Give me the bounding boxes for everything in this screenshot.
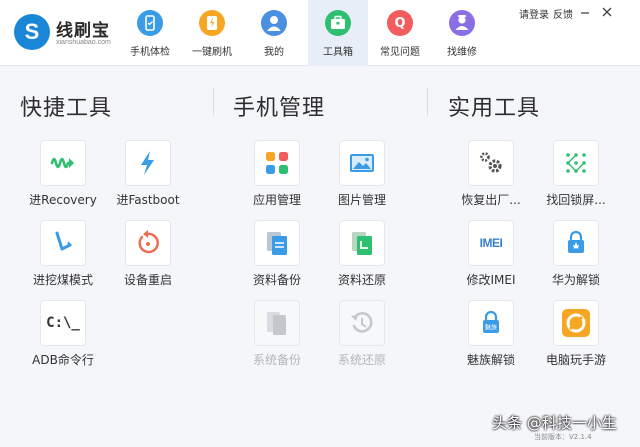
- tool-enter-recovery[interactable]: 进Recovery: [19, 140, 107, 212]
- repair-icon: [449, 10, 475, 36]
- tool-data-restore[interactable]: 资料还原: [318, 220, 406, 292]
- user-icon: [261, 10, 287, 36]
- tab-faq[interactable]: Q 常见问题: [370, 0, 430, 66]
- imei-icon: IMEI: [468, 220, 514, 266]
- tab-label: 我的: [264, 47, 284, 58]
- phone-check-icon: [137, 10, 163, 36]
- meizu-unlock-icon: 魅族: [468, 300, 514, 346]
- tool-label: ADB命令行: [32, 353, 94, 367]
- watermark: 头条 @科技一小生: [492, 414, 617, 432]
- tab-label: 手机体检: [130, 47, 170, 58]
- image-manage-icon: [339, 140, 385, 186]
- version-label: 当前版本：V2.1.4: [534, 433, 592, 441]
- flash-icon: [199, 10, 225, 36]
- tab-label: 一键刷机: [192, 47, 232, 58]
- logo-icon: S: [14, 14, 50, 50]
- tab-one-key-flash[interactable]: 一键刷机: [182, 0, 242, 66]
- tab-find-repair[interactable]: 找维修: [432, 0, 492, 66]
- tool-label: 资料还原: [337, 273, 386, 287]
- tab-label: 找维修: [447, 47, 477, 58]
- tab-label: 工具箱: [323, 47, 353, 58]
- section-divider: [427, 88, 428, 116]
- tool-modify-imei[interactable]: IMEI 修改IMEI: [447, 220, 535, 292]
- download-mode-icon: [40, 220, 86, 266]
- data-backup-icon: [254, 220, 300, 266]
- tool-system-backup[interactable]: 系统备份: [233, 300, 321, 372]
- recovery-icon: [40, 140, 86, 186]
- tool-enter-fastboot[interactable]: 进Fastboot: [104, 140, 192, 212]
- factory-reset-icon: [468, 140, 514, 186]
- app-name: 线刷宝: [56, 21, 110, 41]
- tool-label: 设备重启: [123, 273, 172, 287]
- svg-text:魅族: 魅族: [485, 324, 497, 332]
- tool-recover-lock-screen[interactable]: 找回锁屏...: [532, 140, 620, 212]
- minimize-icon[interactable]: [578, 4, 592, 18]
- tool-huawei-unlock[interactable]: 华为解锁: [532, 220, 620, 292]
- section-title-phone-manage: 手机管理: [233, 96, 326, 121]
- section-divider: [213, 88, 214, 116]
- close-icon[interactable]: [600, 4, 614, 18]
- tool-label: 系统还原: [337, 353, 386, 367]
- fastboot-icon: [125, 140, 171, 186]
- toolbox-icon: [325, 10, 351, 36]
- top-bar: S 线刷宝 xianshuabao.com 手机体检 一键刷机 我的 工具箱 Q…: [0, 0, 640, 66]
- unlock-pattern-icon: [553, 140, 599, 186]
- tab-toolbox[interactable]: 工具箱: [308, 0, 368, 66]
- tool-factory-reset[interactable]: 恢复出厂...: [447, 140, 535, 212]
- tool-pc-mobile-game[interactable]: 电脑玩手游: [532, 300, 620, 372]
- tool-image-manage[interactable]: 图片管理: [318, 140, 406, 212]
- tool-data-backup[interactable]: 资料备份: [233, 220, 321, 292]
- tab-label: 常见问题: [380, 47, 420, 58]
- section-title-practical-tools: 实用工具: [448, 96, 541, 121]
- reboot-icon: [125, 220, 171, 266]
- tool-label: 进Fastboot: [116, 193, 180, 207]
- tool-system-restore[interactable]: 系统还原: [318, 300, 406, 372]
- app-manage-icon: [254, 140, 300, 186]
- tool-label: 图片管理: [337, 193, 386, 207]
- tool-label: 华为解锁: [551, 273, 600, 287]
- tool-label: 电脑玩手游: [545, 353, 606, 367]
- tool-adb-terminal[interactable]: C:\_ ADB命令行: [19, 300, 107, 372]
- tool-download-mode[interactable]: 进挖煤模式: [19, 220, 107, 292]
- tool-device-reboot[interactable]: 设备重启: [104, 220, 192, 292]
- tab-mine[interactable]: 我的: [244, 0, 304, 66]
- feedback-link[interactable]: 反馈: [553, 6, 573, 21]
- system-backup-icon: [254, 300, 300, 346]
- question-icon: Q: [387, 10, 413, 36]
- tool-app-manage[interactable]: 应用管理: [233, 140, 321, 212]
- section-title-quick-tools: 快捷工具: [20, 96, 113, 121]
- tab-phone-check[interactable]: 手机体检: [120, 0, 180, 66]
- tool-meizu-unlock[interactable]: 魅族 魅族解锁: [447, 300, 535, 372]
- system-restore-icon: [339, 300, 385, 346]
- data-restore-icon: [339, 220, 385, 266]
- mobile-game-icon: [553, 300, 599, 346]
- adb-terminal-icon: C:\_: [40, 300, 86, 346]
- tool-label: 找回锁屏...: [546, 193, 606, 207]
- huawei-unlock-icon: [553, 220, 599, 266]
- login-link[interactable]: 请登录: [519, 6, 549, 21]
- app-subtitle: xianshuabao.com: [56, 39, 111, 46]
